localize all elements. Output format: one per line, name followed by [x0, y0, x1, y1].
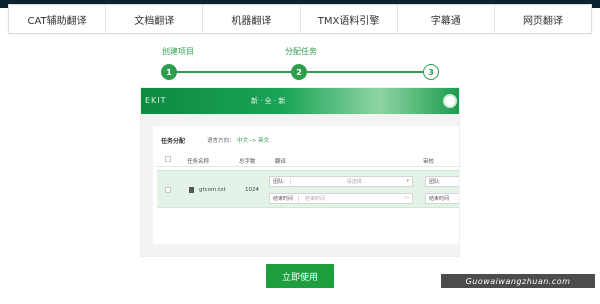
word-count: 1024 — [245, 187, 259, 193]
calendar-icon: ▭ — [404, 195, 409, 201]
nav-item-document[interactable]: 文档翻译 — [106, 5, 204, 33]
nav-item-cat[interactable]: CAT辅助翻译 — [9, 5, 107, 33]
step-connector-2 — [307, 71, 424, 73]
column-word-count: 总字数 — [239, 159, 256, 165]
product-nav: CAT辅助翻译 文档翻译 机器翻译 TMX语料引擎 字幕通 网页翻译 — [8, 4, 592, 34]
avatar[interactable] — [443, 94, 457, 108]
page: CAT辅助翻译 文档翻译 机器翻译 TMX语料引擎 字幕通 网页翻译 创建项目 … — [0, 0, 600, 304]
field-separator — [298, 195, 300, 202]
watermark: Guowaiwangzhuan.com — [441, 274, 595, 288]
translate-time-placeholder: 结束时间 — [305, 196, 326, 202]
preview-banner-text: 新 · 全 · 新 — [251, 97, 286, 105]
translate-team-select[interactable]: 团队: 请选择 ▾ — [269, 176, 413, 187]
translate-time-label: 结束时间 — [273, 196, 294, 202]
column-review: 审校 — [423, 159, 435, 165]
nav-item-subtitle[interactable]: 字幕通 — [398, 5, 495, 33]
step-2-circle: 2 — [291, 64, 307, 80]
field-separator — [289, 178, 291, 185]
column-translate: 翻译 — [275, 159, 287, 165]
nav-item-machine[interactable]: 机器翻译 — [203, 5, 301, 33]
step-2-label: 分配任务 — [285, 47, 317, 56]
translate-team-label: 团队: — [273, 179, 285, 185]
step-1-circle: 1 — [161, 64, 177, 80]
review-team-label: 团队: — [429, 179, 441, 185]
language-direction-label: 语言方向： — [207, 138, 235, 144]
task-card: 任务分配 语言方向： 中文 -> 英文 任务名称 总字数 翻译 审校 gtcom… — [153, 126, 459, 244]
step-1-label: 创建项目 — [162, 47, 194, 56]
review-team-select[interactable]: 团队: — [425, 176, 459, 187]
file-icon — [189, 187, 194, 193]
nav-item-web[interactable]: 网页翻译 — [495, 5, 591, 33]
table-row: gtcom.txt 1024 团队: 请选择 ▾ 结束时间 结束时间 ▭ 团队: — [157, 170, 459, 208]
chevron-down-icon: ▾ — [406, 178, 409, 184]
preview-logo: EKIT — [145, 96, 167, 105]
step-connector-1 — [177, 71, 292, 73]
app-preview: EKIT 新 · 全 · 新 任务分配 语言方向： 中文 -> 英文 任务名称 … — [141, 88, 459, 256]
file-name: gtcom.txt — [199, 187, 226, 193]
step-3-circle: 3 — [423, 64, 439, 80]
table-header-divider — [157, 166, 459, 167]
nav-item-tmx[interactable]: TMX语料引擎 — [301, 5, 398, 33]
language-direction-value: 中文 -> 英文 — [237, 138, 270, 144]
use-now-button[interactable]: 立即使用 — [266, 264, 334, 288]
preview-banner: EKIT 新 · 全 · 新 — [141, 88, 459, 114]
row-checkbox[interactable] — [165, 187, 171, 193]
card-title: 任务分配 — [161, 138, 186, 145]
translate-team-placeholder: 请选择 — [346, 179, 362, 185]
column-task-name: 任务名称 — [187, 159, 210, 165]
translate-end-time-input[interactable]: 结束时间 结束时间 ▭ — [269, 193, 413, 204]
review-end-time-input[interactable]: 结束时间 — [425, 193, 459, 204]
review-time-label: 结束时间 — [429, 196, 450, 202]
select-all-checkbox[interactable] — [165, 156, 171, 162]
step-indicator: 创建项目 分配任务 1 2 3 — [150, 46, 450, 86]
